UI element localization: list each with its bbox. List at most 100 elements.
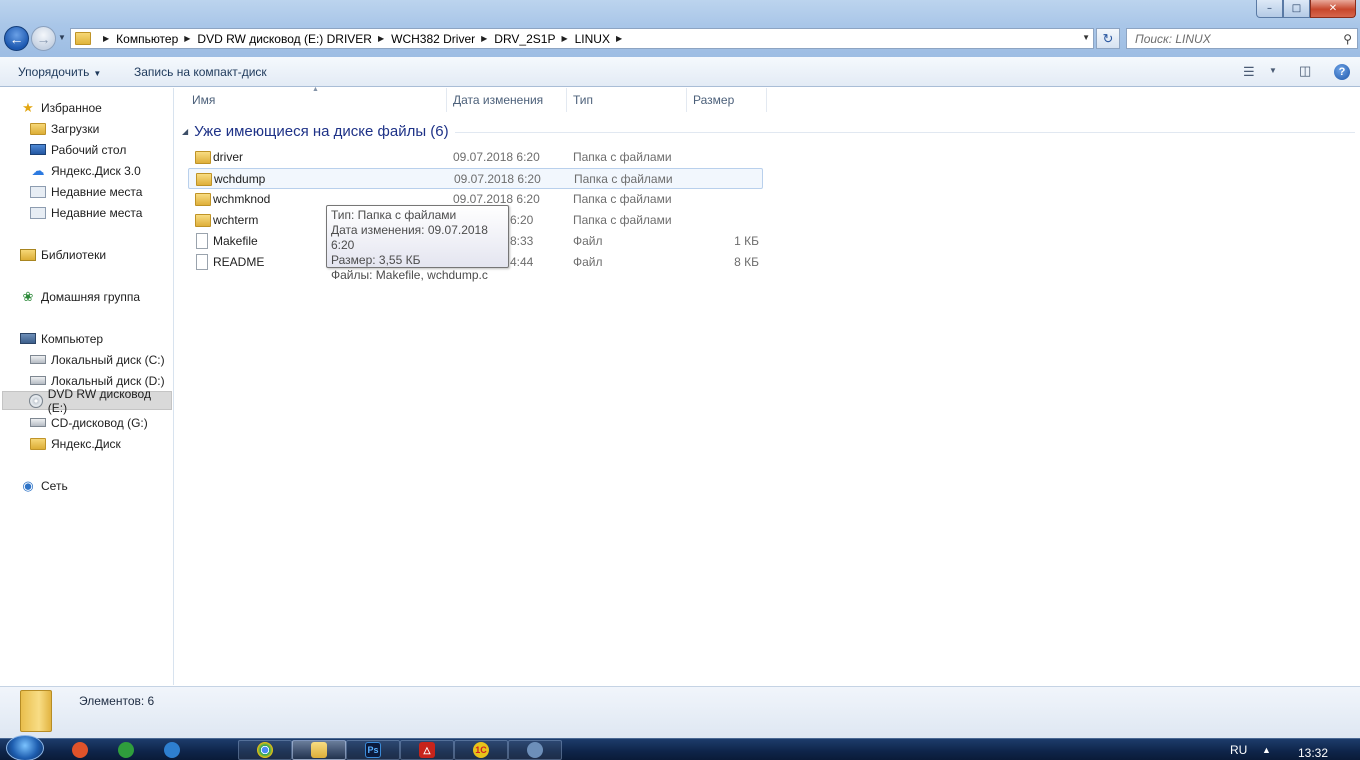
search-icon[interactable]: ⚲ [1343,32,1352,46]
app-icon [118,742,134,758]
taskbar-app-3[interactable] [150,740,194,760]
sidebar-item-yandex-disk-3[interactable]: ☁ Яндекс.Диск 3.0 [30,161,141,180]
taskbar-explorer[interactable] [292,740,346,760]
group-header[interactable]: ◢ Уже имеющиеся на диске файлы (6) [182,123,449,140]
taskbar-paint[interactable] [508,740,562,760]
file-type: Файл [573,255,603,269]
file-date: 6:20 [510,213,534,227]
file-row-wchdump[interactable]: wchdump 09.07.2018 6:20 Папка с файлами [188,168,763,189]
chevron-right-icon[interactable]: ▶ [103,34,109,43]
chevron-right-icon[interactable]: ▶ [184,34,190,43]
minimize-button[interactable]: – [1256,0,1283,18]
refresh-button[interactable]: ↻ [1096,28,1120,49]
file-date: 09.07.2018 6:20 [453,150,540,164]
recent-places-icon [30,185,46,198]
taskbar-1c[interactable]: 1С [454,740,508,760]
dvd-drive-icon [29,393,43,408]
file-size: 1 КБ [734,234,759,248]
arrow-right-icon: → [36,30,51,47]
back-button[interactable]: ← [4,26,29,51]
sidebar-item-recent-places[interactable]: Недавние места [30,182,142,201]
breadcrumb-label: Компьютер [116,31,179,46]
address-dropdown-icon[interactable]: ▼ [1082,33,1090,42]
file-date: 4:44 [510,255,534,269]
breadcrumb-item[interactable]: WCH382 Driver ▶ [391,32,494,46]
sidebar-item-desktop[interactable]: Рабочий стол [30,140,126,159]
explorer-icon [311,742,327,758]
chrome-icon [257,742,273,758]
sidebar-label: Домашняя группа [41,289,141,304]
breadcrumb-item[interactable]: DRV_2S1P ▶ [494,32,574,46]
search-box[interactable]: ⚲ [1126,28,1358,49]
chevron-right-icon[interactable]: ▶ [481,34,487,43]
details-pane [0,686,1360,738]
file-type: Папка с файлами [573,192,672,206]
sidebar-label: Недавние места [51,184,143,199]
sidebar-label: DVD RW дисковод (E:) [47,386,151,415]
breadcrumb-label: LINUX [574,31,610,46]
address-bar[interactable]: ▶ Компьютер ▶ DVD RW дисковод (E:) DRIVER… [70,28,1094,49]
file-date: 09.07.2018 6:20 [454,172,541,186]
breadcrumb-item[interactable]: LINUX ▶ [575,32,630,46]
sidebar-favorites[interactable]: ★ Избранное [20,98,102,117]
acrobat-icon: △ [419,742,435,758]
sidebar-network[interactable]: ◉ Сеть [20,476,67,495]
sidebar-item-yandex-disk[interactable]: Яндекс.Диск [30,434,121,453]
sidebar-label: Локальный диск (D:) [51,373,165,388]
sidebar-libraries[interactable]: Библиотеки [20,245,106,264]
burn-button[interactable]: Запись на компакт-диск [134,65,267,79]
star-icon: ★ [22,99,34,115]
group-title: Уже имеющиеся на диске файлы (6) [194,123,449,140]
sort-ascending-icon: ▲ [312,86,319,93]
breadcrumb-item[interactable]: Компьютер ▶ [116,32,197,46]
window-controls: – □ ✕ [1256,0,1356,18]
sidebar-item-drive-e[interactable]: DVD RW дисковод (E:) [2,387,172,415]
file-icon [196,254,208,270]
sidebar-computer[interactable]: Компьютер [20,329,103,348]
chevron-right-icon[interactable]: ▶ [561,34,567,43]
arrow-left-icon: ← [9,30,24,47]
column-label: Имя [192,93,216,107]
show-hidden-icons-icon[interactable]: ▲ [1262,745,1271,755]
sidebar-homegroup[interactable]: ❀ Домашняя группа [20,287,140,306]
taskbar-acrobat[interactable]: △ [400,740,454,760]
paint-icon [527,742,543,758]
sidebar-item-drive-g[interactable]: CD-дисковод (G:) [30,413,148,432]
taskbar-app-2[interactable] [104,740,148,760]
yandex-disk-folder-icon [30,437,46,450]
downloads-folder-icon [30,122,46,135]
file-icon [196,233,208,249]
column-header-size[interactable]: Размер [687,88,767,112]
column-header-date[interactable]: Дата изменения [447,88,567,112]
taskbar-chrome[interactable] [238,740,292,760]
search-input[interactable] [1135,31,1335,46]
column-header-type[interactable]: Тип [567,88,687,112]
change-view-button[interactable]: ☰ [1243,64,1255,80]
chevron-right-icon[interactable]: ▶ [378,34,384,43]
sidebar-label: Загрузки [51,121,100,136]
view-options-button[interactable]: ▼ [1269,66,1277,75]
recent-pages-button[interactable]: ▼ [58,33,66,42]
forward-button[interactable]: → [31,26,56,51]
language-indicator[interactable]: RU [1230,743,1247,757]
taskbar-app-1[interactable] [58,740,102,760]
libraries-icon [20,248,36,261]
clock[interactable]: 13:32 [1298,746,1328,760]
taskbar-photoshop[interactable]: Ps [346,740,400,760]
close-button[interactable]: ✕ [1310,0,1356,18]
start-button[interactable] [6,735,44,760]
desktop-icon [30,144,46,155]
maximize-button[interactable]: □ [1283,0,1310,18]
file-row-driver[interactable]: driver 09.07.2018 6:20 Папка с файлами [188,147,763,168]
file-name: driver [213,150,244,164]
sidebar-item-drive-c[interactable]: Локальный диск (C:) [30,350,165,369]
collapse-triangle-icon[interactable]: ◢ [182,127,188,136]
organize-menu-button[interactable]: Упорядочить ▼ [18,65,101,79]
help-icon[interactable]: ? [1334,64,1350,80]
sidebar-item-downloads[interactable]: Загрузки [30,119,99,138]
sidebar-item-recent-places-2[interactable]: Недавние места [30,203,142,222]
breadcrumb-item[interactable]: DVD RW дисковод (E:) DRIVER ▶ [197,32,391,46]
preview-pane-button[interactable]: ◫ [1299,63,1311,79]
file-type: Папка с файлами [573,213,672,227]
chevron-right-icon[interactable]: ▶ [616,34,622,43]
